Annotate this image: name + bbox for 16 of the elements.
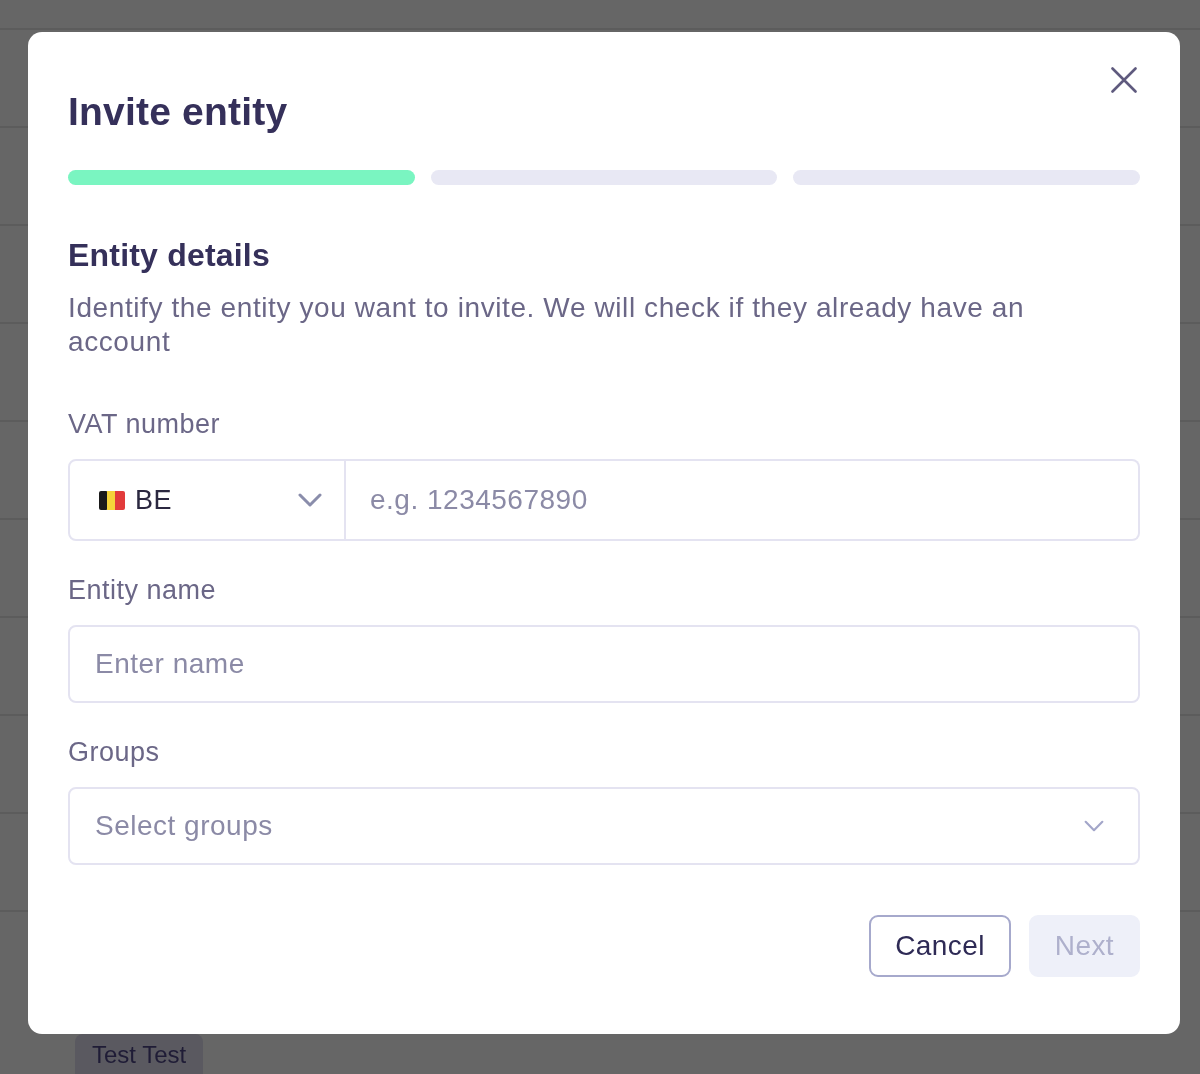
entity-name-input[interactable]: Enter name xyxy=(68,625,1140,703)
cancel-button[interactable]: Cancel xyxy=(869,915,1011,977)
field-label: VAT number xyxy=(68,408,221,441)
dialog-title: Invite entity xyxy=(68,89,288,135)
chevron-down-icon xyxy=(1084,820,1104,832)
field-label: Entity name xyxy=(68,574,217,607)
name-tag: Test Test xyxy=(75,1034,204,1074)
close-icon xyxy=(1111,67,1137,93)
section-description: Identify the entity you want to invite. We will check if they already have an account xyxy=(68,291,1026,359)
field-label: Groups xyxy=(68,736,160,769)
chevron-down-icon xyxy=(298,493,322,507)
flag-icon xyxy=(99,490,125,510)
close-button[interactable] xyxy=(1111,67,1137,93)
country-select[interactable]: BE xyxy=(68,459,346,541)
section-heading: Entity details xyxy=(68,236,271,275)
vat-number-input[interactable]: e.g. 1234567890 xyxy=(346,459,1140,541)
